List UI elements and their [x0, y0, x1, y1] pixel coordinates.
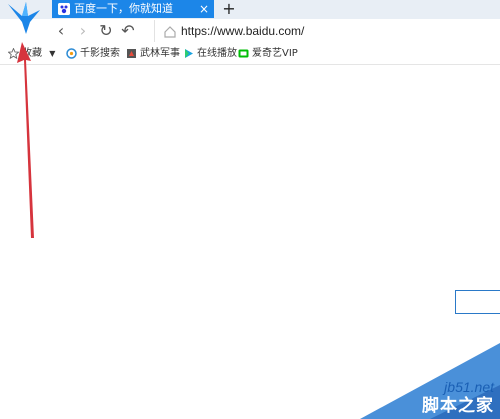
- bookmark-label: 千影搜索: [80, 48, 120, 59]
- bookmark-label: 武林军事: [140, 48, 180, 59]
- chevron-down-icon: ▼: [49, 49, 56, 58]
- home-icon[interactable]: [163, 24, 177, 38]
- undo-close-button[interactable]: ↶: [119, 22, 137, 40]
- watermark-name: 脚本之家: [422, 396, 494, 416]
- back-button[interactable]: ‹: [52, 22, 70, 40]
- favorites-label: 收藏: [22, 48, 42, 59]
- tab-title: 百度一下，你就知道: [74, 2, 173, 15]
- bookmark-label: 爱奇艺VIP: [252, 48, 298, 59]
- star-icon: [7, 46, 20, 59]
- tab-close-icon[interactable]: ×: [199, 0, 209, 18]
- browser-logo-icon[interactable]: [4, 0, 44, 36]
- tab-strip: 百度一下，你就知道 × +: [0, 0, 500, 19]
- baidu-favicon-icon: [58, 3, 70, 15]
- bookmark-item[interactable]: 在线播放: [183, 47, 237, 61]
- watermark: jb51.net 脚本之家: [360, 339, 500, 419]
- bookmark-item[interactable]: 武林军事: [126, 47, 180, 61]
- bookmarks-bar: 收藏 ▼ 千影搜索 武林军事 在线播放 爱奇艺VIP: [0, 44, 500, 65]
- reload-button[interactable]: ↻: [97, 22, 115, 40]
- military-icon: [126, 48, 137, 59]
- browser-window: 百度一下，你就知道 × + ‹ › ↻ ↶ https://www.baidu.…: [0, 0, 500, 419]
- play-icon: [183, 48, 194, 59]
- bookmark-item[interactable]: 爱奇艺VIP: [238, 47, 298, 61]
- bookmark-label: 在线播放: [197, 48, 237, 59]
- new-tab-button[interactable]: +: [221, 0, 237, 18]
- favorites-menu[interactable]: 收藏 ▼: [7, 46, 56, 61]
- forward-button[interactable]: ›: [74, 22, 92, 40]
- iqiyi-icon: [238, 48, 249, 59]
- search-icon: [66, 47, 77, 59]
- tab-baidu[interactable]: 百度一下，你就知道 ×: [52, 0, 214, 18]
- address-bar[interactable]: https://www.baidu.com/: [154, 20, 500, 42]
- bookmark-item[interactable]: 千影搜索: [66, 47, 120, 61]
- partial-input-box[interactable]: [455, 290, 500, 314]
- navigation-bar: ‹ › ↻ ↶ https://www.baidu.com/: [0, 19, 500, 44]
- url-text[interactable]: https://www.baidu.com/: [181, 23, 304, 39]
